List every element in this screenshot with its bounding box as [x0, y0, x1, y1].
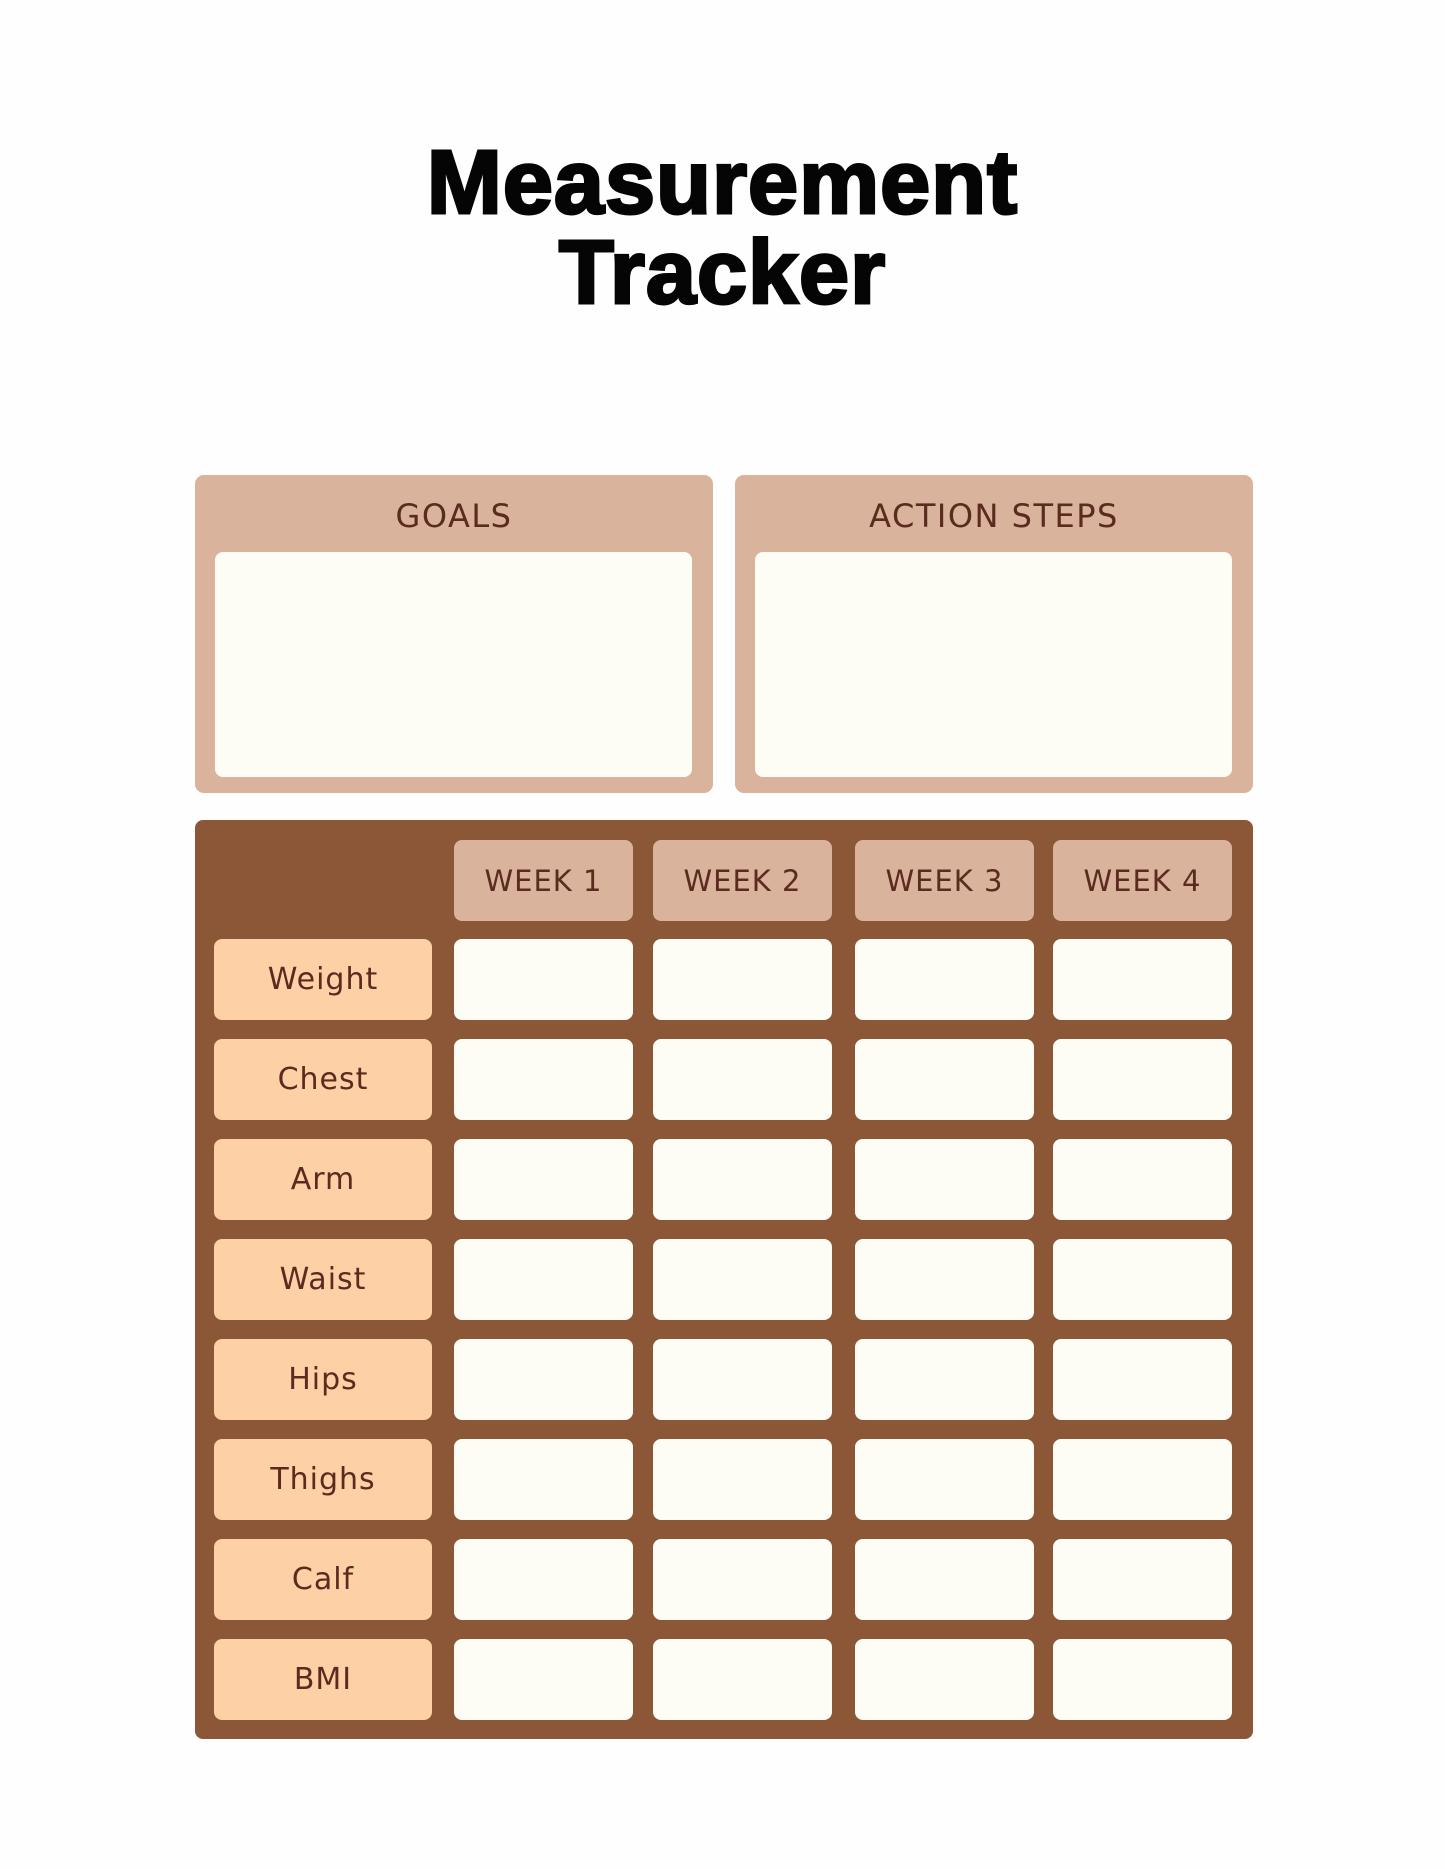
cell-arm-week-3[interactable] — [855, 1139, 1034, 1220]
column-header-week-2: WEEK 2 — [653, 840, 832, 921]
cell-chest-week-2[interactable] — [653, 1039, 832, 1120]
cell-hips-week-3[interactable] — [855, 1339, 1034, 1420]
column-header-week-3: WEEK 3 — [855, 840, 1034, 921]
cell-weight-week-3[interactable] — [855, 939, 1034, 1020]
row-label-arm: Arm — [214, 1139, 432, 1220]
cell-thighs-week-1[interactable] — [454, 1439, 633, 1520]
column-header-week-1: WEEK 1 — [454, 840, 633, 921]
cell-chest-week-1[interactable] — [454, 1039, 633, 1120]
cell-chest-week-4[interactable] — [1053, 1039, 1232, 1120]
action-steps-panel: ACTION STEPS — [735, 475, 1253, 793]
cell-weight-week-4[interactable] — [1053, 939, 1232, 1020]
action-steps-heading: ACTION STEPS — [869, 497, 1119, 535]
cell-arm-week-1[interactable] — [454, 1139, 633, 1220]
action-steps-input[interactable] — [755, 552, 1232, 777]
cell-hips-week-4[interactable] — [1053, 1339, 1232, 1420]
cell-calf-week-1[interactable] — [454, 1539, 633, 1620]
row-label-calf: Calf — [214, 1539, 432, 1620]
cell-weight-week-1[interactable] — [454, 939, 633, 1020]
cell-bmi-week-3[interactable] — [855, 1639, 1034, 1720]
cell-thighs-week-3[interactable] — [855, 1439, 1034, 1520]
row-label-bmi: BMI — [214, 1639, 432, 1720]
cell-calf-week-3[interactable] — [855, 1539, 1034, 1620]
goals-input[interactable] — [215, 552, 692, 777]
cell-calf-week-4[interactable] — [1053, 1539, 1232, 1620]
cell-bmi-week-4[interactable] — [1053, 1639, 1232, 1720]
cell-thighs-week-2[interactable] — [653, 1439, 832, 1520]
row-label-weight: Weight — [214, 939, 432, 1020]
title-line-1: Measurement — [425, 133, 1019, 233]
cell-waist-week-2[interactable] — [653, 1239, 832, 1320]
row-label-waist: Waist — [214, 1239, 432, 1320]
cell-bmi-week-2[interactable] — [653, 1639, 832, 1720]
page-title: Measurement Tracker — [0, 133, 1445, 323]
row-label-thighs: Thighs — [214, 1439, 432, 1520]
cell-waist-week-3[interactable] — [855, 1239, 1034, 1320]
cell-bmi-week-1[interactable] — [454, 1639, 633, 1720]
column-header-week-4: WEEK 4 — [1053, 840, 1232, 921]
cell-thighs-week-4[interactable] — [1053, 1439, 1232, 1520]
cell-arm-week-4[interactable] — [1053, 1139, 1232, 1220]
cell-calf-week-2[interactable] — [653, 1539, 832, 1620]
title-line-2: Tracker — [557, 223, 887, 323]
goals-panel: GOALS — [195, 475, 713, 793]
measurement-table: WEEK 1 WEEK 2 WEEK 3 WEEK 4 Weight Chest Arm Wa… — [195, 820, 1253, 1739]
cell-waist-week-4[interactable] — [1053, 1239, 1232, 1320]
cell-waist-week-1[interactable] — [454, 1239, 633, 1320]
cell-hips-week-1[interactable] — [454, 1339, 633, 1420]
goals-heading: GOALS — [395, 497, 513, 535]
row-label-hips: Hips — [214, 1339, 432, 1420]
cell-hips-week-2[interactable] — [653, 1339, 832, 1420]
row-label-chest: Chest — [214, 1039, 432, 1120]
cell-arm-week-2[interactable] — [653, 1139, 832, 1220]
cell-chest-week-3[interactable] — [855, 1039, 1034, 1120]
cell-weight-week-2[interactable] — [653, 939, 832, 1020]
